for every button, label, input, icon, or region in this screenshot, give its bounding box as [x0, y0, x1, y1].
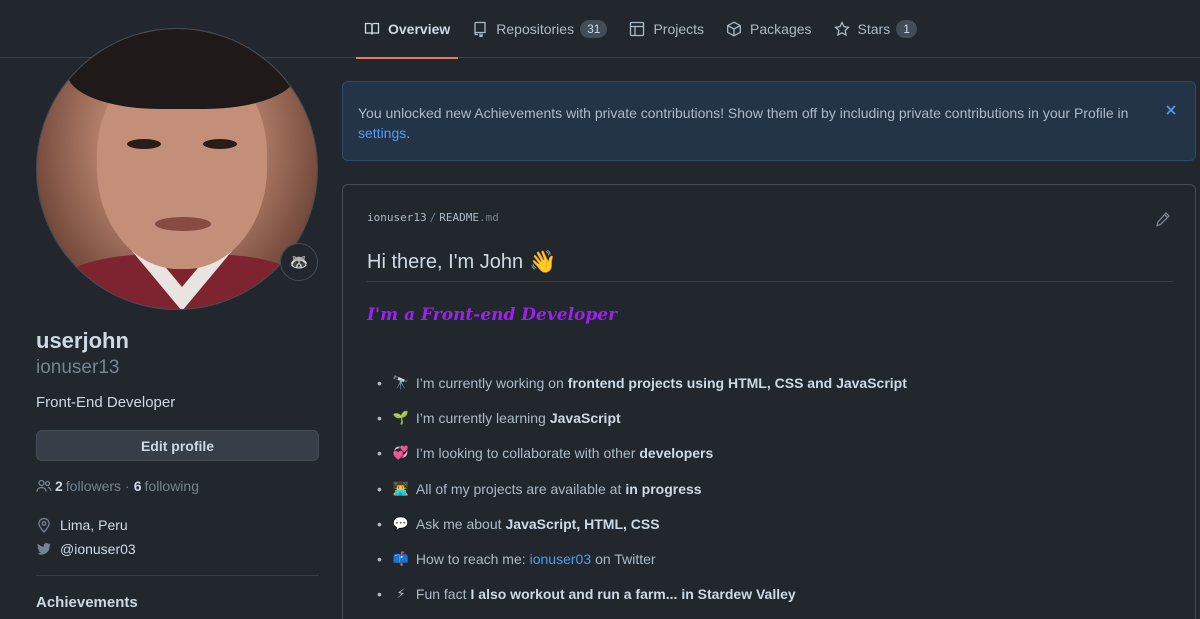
twitter-handle[interactable]: @ionuser03	[60, 541, 136, 557]
item-bold: frontend projects using HTML, CSS and Ja…	[567, 374, 907, 391]
star-icon	[833, 21, 850, 37]
item-text: I’m currently working on	[415, 374, 564, 391]
flash-text: You unlocked new Achievements with priva…	[358, 105, 1129, 121]
profile-fullname: userjohn	[36, 328, 129, 353]
people-icon	[36, 479, 52, 492]
tab-label: Overview	[388, 21, 451, 37]
dot-separator: ·	[125, 478, 130, 494]
list-item: 📫 How to reach me: ionuser03 on Twitter	[377, 541, 907, 576]
profile-page: Overview Repositories 31 Projects Packag…	[0, 0, 1200, 619]
hearts-icon: 💞️	[392, 445, 409, 461]
location-text: Lima, Peru	[60, 517, 128, 533]
pencil-icon[interactable]	[1155, 211, 1171, 227]
sidebar-divider	[36, 575, 319, 576]
readme-heading: Hi there, I'm John 👋	[367, 249, 557, 275]
twitter-link[interactable]: ionuser03	[530, 551, 592, 567]
speech-bubble-icon: 💬	[392, 515, 409, 531]
list-item: 💬 Ask me about JavaScript, HTML, CSS	[377, 506, 907, 541]
tab-label: Stars	[857, 21, 891, 37]
seedling-icon: 🌱	[392, 409, 409, 425]
followers-count: 2	[55, 478, 63, 494]
list-item: 👨‍💻 All of my projects are available at …	[377, 471, 907, 506]
readme-file[interactable]: README	[439, 211, 479, 224]
table-icon	[629, 21, 645, 37]
tab-packages[interactable]: Packages	[718, 0, 819, 58]
heading-text: Hi there, I'm John	[367, 250, 524, 273]
telescope-icon: 🔭	[392, 374, 409, 390]
avatar-eye-left	[127, 139, 161, 149]
profile-bio: Front-End Developer	[36, 394, 176, 411]
status-emoji-button[interactable]: 🦝	[280, 243, 318, 281]
stars-count-badge: 1	[896, 20, 917, 38]
tab-stars[interactable]: Stars 1	[826, 0, 925, 58]
list-item: ⚡ Fun fact I also workout and run a farm…	[377, 577, 907, 612]
item-bold: JavaScript, HTML, CSS	[505, 515, 660, 532]
list-item: 🔭 I’m currently working on frontend proj…	[377, 365, 907, 400]
avatar-eye-right	[203, 139, 237, 149]
item-bold: developers	[639, 445, 714, 462]
list-item: 🌱 I’m currently learning JavaScript	[377, 400, 907, 435]
profile-readme: ionuser13/README.md Hi there, I'm John 👋…	[342, 184, 1196, 619]
edit-profile-button[interactable]: Edit profile	[36, 430, 319, 461]
item-text: All of my projects are available at	[415, 480, 622, 497]
settings-link[interactable]: settings	[358, 125, 406, 141]
status-emoji: 🦝	[289, 254, 309, 271]
profile-twitter[interactable]: @ionuser03	[36, 541, 136, 557]
close-icon[interactable]	[1163, 102, 1179, 118]
item-text: I’m currently learning	[415, 409, 546, 426]
repo-icon	[472, 21, 488, 37]
achievements-flash-banner: You unlocked new Achievements with priva…	[342, 81, 1196, 161]
item-text: How to reach me:	[415, 551, 526, 568]
tab-repositories[interactable]: Repositories 31	[464, 0, 615, 58]
item-text: Ask me about	[415, 515, 502, 532]
repositories-count-badge: 31	[580, 20, 608, 38]
readme-owner[interactable]: ionuser13	[367, 211, 427, 224]
profile-username: ionuser13	[36, 357, 120, 378]
avatar[interactable]	[36, 28, 318, 310]
lightning-icon: ⚡	[396, 586, 406, 602]
following-link[interactable]: following	[145, 478, 199, 494]
heading-rule	[367, 281, 1173, 282]
list-item: 💞️ I’m looking to collaborate with other…	[377, 436, 907, 471]
item-bold: I also workout and run a farm... in Star…	[470, 586, 796, 603]
package-icon	[726, 21, 742, 37]
tab-label: Repositories	[496, 21, 575, 37]
flash-period: .	[406, 125, 411, 141]
tab-label: Projects	[653, 21, 705, 37]
item-bold: JavaScript	[549, 409, 621, 426]
achievements-title[interactable]: Achievements	[36, 594, 138, 611]
tabs: Overview Repositories 31 Projects Packag…	[356, 0, 931, 59]
profile-location: Lima, Peru	[36, 517, 128, 533]
tab-overview[interactable]: Overview	[356, 0, 459, 59]
item-text: Fun fact	[415, 586, 467, 603]
readme-ext: .md	[478, 211, 499, 224]
name-block: userjohn ionuser13	[36, 326, 320, 380]
followers-link[interactable]: followers	[66, 478, 121, 494]
mailbox-icon: 📫	[392, 551, 409, 567]
followers-following: 2 followers · 6 following	[36, 478, 199, 494]
twitter-icon	[37, 543, 51, 555]
readme-path: ionuser13/README.md	[367, 211, 499, 224]
readme-list: 🔭 I’m currently working on frontend proj…	[377, 365, 907, 612]
following-count: 6	[133, 478, 142, 494]
item-text: I’m looking to collaborate with other	[415, 445, 636, 462]
tab-label: Packages	[750, 21, 812, 37]
path-separator: /	[429, 211, 437, 224]
item-bold: in progress	[625, 480, 702, 497]
technologist-icon: 👨‍💻	[392, 480, 409, 496]
tab-projects[interactable]: Projects	[621, 0, 712, 58]
avatar-mouth	[155, 217, 211, 231]
avatar-hair	[67, 29, 297, 109]
location-icon	[38, 517, 50, 533]
readme-subtitle: I'm a Front-end Developer	[367, 305, 618, 325]
item-text-after: on Twitter	[595, 551, 656, 568]
book-icon	[364, 21, 380, 37]
wave-emoji: 👋	[529, 249, 557, 274]
